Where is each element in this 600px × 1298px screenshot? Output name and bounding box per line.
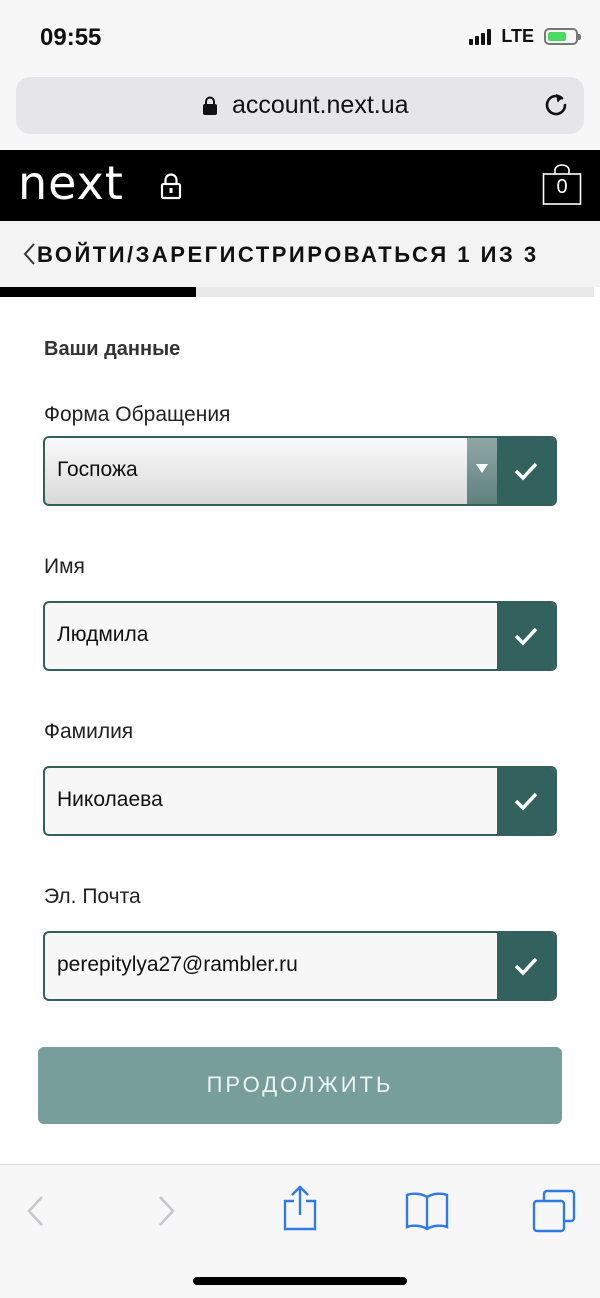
url-text: account.next.ua	[232, 91, 409, 119]
caret-down-icon	[476, 464, 488, 473]
chevron-left-icon[interactable]	[22, 242, 36, 266]
valid-checkmark	[497, 438, 555, 504]
share-icon[interactable]	[282, 1185, 318, 1231]
valid-checkmark	[497, 603, 555, 669]
section-title: Ваши данные	[44, 338, 181, 360]
back-icon[interactable]	[24, 1191, 46, 1231]
email-value: perepitylya27@rambler.ru	[57, 953, 298, 976]
status-indicators: LTE	[469, 26, 581, 47]
salutation-value: Госпожа	[57, 458, 138, 481]
site-header: next 0	[0, 150, 600, 221]
bookmarks-icon[interactable]	[404, 1191, 450, 1231]
continue-button[interactable]: ПРОДОЛЖИТЬ	[38, 1047, 562, 1124]
address-bar[interactable]: account.next.ua	[16, 77, 584, 134]
progress-bar	[0, 287, 594, 297]
first-name-label: Имя	[44, 555, 85, 578]
step-title: ВОЙТИ/ЗАРЕГИСТРИРОВАТЬСЯ 1 ИЗ 3	[37, 242, 539, 267]
signal-icon	[469, 28, 492, 45]
last-name-label: Фамилия	[44, 720, 134, 743]
check-icon	[514, 957, 538, 976]
first-name-value: Людмила	[57, 623, 149, 646]
valid-checkmark	[497, 933, 555, 999]
reload-icon[interactable]	[542, 91, 570, 119]
check-icon	[514, 627, 538, 646]
salutation-label: Форма Обращения	[44, 403, 231, 426]
secure-lock-icon	[160, 173, 182, 200]
email-label: Эл. Почта	[44, 885, 141, 908]
network-type: LTE	[501, 26, 534, 46]
email-field[interactable]: perepitylya27@rambler.ru	[43, 931, 557, 1001]
last-name-value: Николаева	[57, 788, 163, 811]
battery-icon	[544, 28, 581, 45]
forward-icon[interactable]	[156, 1191, 178, 1231]
last-name-field[interactable]: Николаева	[43, 766, 557, 836]
status-bar: 09:55 LTE	[0, 0, 600, 72]
status-time: 09:55	[40, 24, 102, 51]
first-name-field[interactable]: Людмила	[43, 601, 557, 671]
check-icon	[514, 462, 538, 481]
checkout-step-bar: ВОЙТИ/ЗАРЕГИСТРИРОВАТЬСЯ 1 ИЗ 3	[0, 221, 600, 287]
dropdown-arrow[interactable]	[467, 438, 497, 504]
valid-checkmark	[497, 768, 555, 834]
check-icon	[514, 792, 538, 811]
continue-label: ПРОДОЛЖИТЬ	[206, 1072, 394, 1097]
home-indicator	[193, 1277, 407, 1285]
lock-icon	[203, 96, 217, 115]
next-logo[interactable]: next	[18, 156, 124, 210]
salutation-select[interactable]: Госпожа	[43, 436, 557, 506]
bag-count: 0	[556, 176, 568, 198]
browser-address-area: account.next.ua	[0, 72, 600, 150]
tabs-icon[interactable]	[532, 1189, 576, 1233]
progress-fill	[0, 287, 197, 297]
